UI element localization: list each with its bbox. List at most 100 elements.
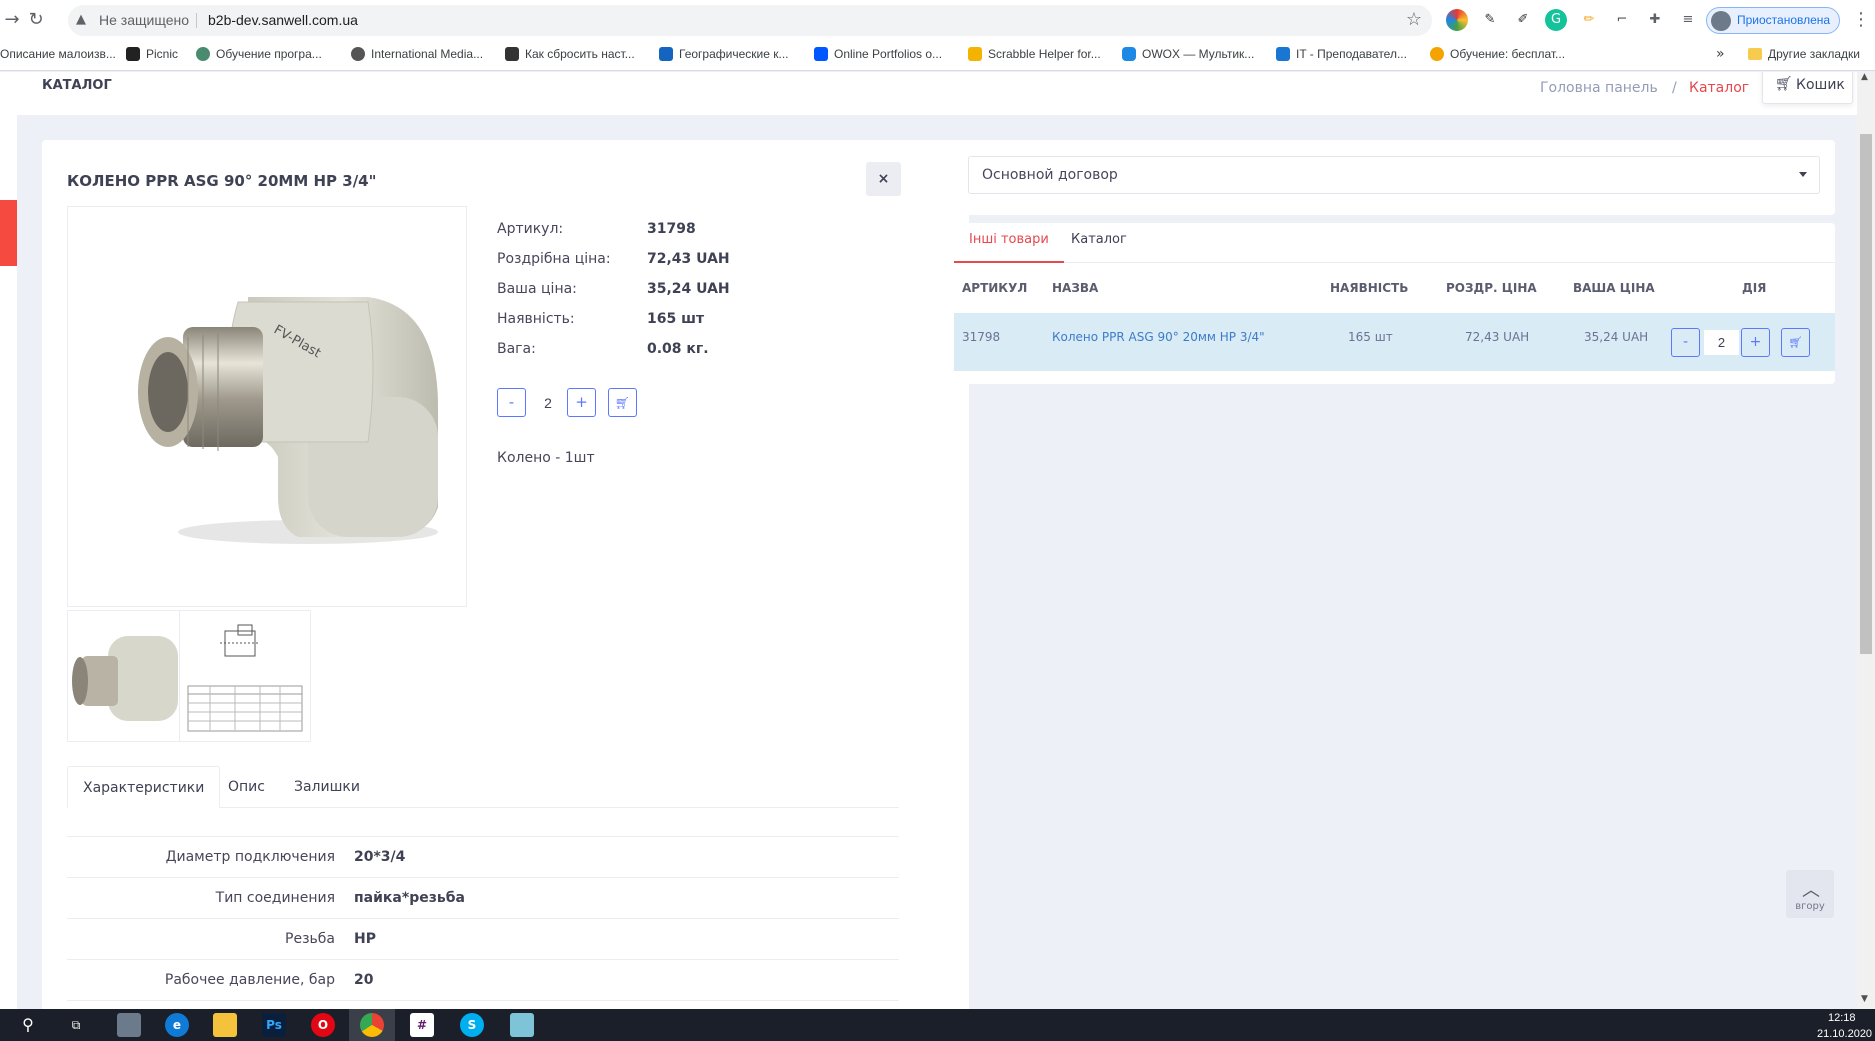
bookmark-label: Как сбросить наст... — [525, 47, 635, 61]
row-add-to-cart-button[interactable]: 🛒︎ — [1781, 328, 1810, 357]
column-header-retail-price[interactable]: РОЗДР. ЦІНА — [1446, 281, 1537, 295]
contract-select[interactable]: Основной договор — [968, 156, 1820, 194]
column-header-your-price[interactable]: ВАША ЦІНА — [1573, 281, 1655, 295]
table-row: Тип соединения пайка*резьба — [67, 877, 899, 918]
bookmark-item[interactable]: International Media... — [351, 47, 483, 65]
bookmark-item[interactable]: Обучение: бесплат... — [1430, 47, 1565, 65]
qty-decrease-button[interactable]: - — [497, 388, 526, 417]
cell-your-price: 35,24 UAH — [1584, 330, 1649, 344]
map-icon — [659, 47, 673, 61]
photoshop-icon[interactable]: Ps — [262, 1013, 286, 1037]
char-value: 20 — [354, 972, 374, 988]
product-card: КОЛЕНО PPR ASG 90° 20ММ НР 3/4" × FV-Pla… — [42, 140, 969, 1009]
bookmark-item[interactable]: Online Portfolios o... — [814, 47, 942, 65]
media-queue-icon[interactable]: ≡ — [1677, 9, 1699, 31]
grammarly-extension-icon[interactable]: G — [1545, 9, 1567, 31]
close-button[interactable]: × — [866, 162, 901, 196]
cart-label: Кошик — [1796, 77, 1845, 93]
bookmark-item[interactable]: Как сбросить наст... — [505, 47, 635, 65]
row-qty-decrease-button[interactable]: - — [1671, 328, 1700, 357]
clock-time[interactable]: 12:18 — [1828, 1012, 1856, 1024]
tab-other-products[interactable]: Інші товари — [954, 223, 1064, 263]
attr-value: 0.08 кг. — [647, 341, 709, 357]
edge-icon[interactable]: e — [165, 1013, 189, 1037]
bookmark-item[interactable]: Описание малоизв... — [0, 47, 116, 65]
char-key: Тип соединения — [215, 890, 335, 906]
scroll-up-arrow-icon[interactable]: ▲ — [1861, 72, 1868, 82]
opera-icon[interactable]: O — [311, 1013, 335, 1037]
tab-characteristics[interactable]: Характеристики — [67, 766, 221, 808]
breadcrumb-current[interactable]: Каталог — [1689, 80, 1749, 96]
tab-description[interactable]: Опис — [213, 766, 280, 808]
column-header-name[interactable]: НАЗВА — [1052, 281, 1098, 295]
app-icon[interactable] — [117, 1013, 141, 1037]
add-to-cart-button[interactable]: 🛒︎ — [608, 388, 637, 417]
char-key: Диаметр подключения — [165, 849, 335, 865]
bookmark-label: International Media... — [371, 47, 484, 61]
bookmark-item[interactable]: IT - Преподавател... — [1276, 47, 1407, 65]
notes-app-icon[interactable] — [510, 1013, 534, 1037]
bookmark-item[interactable]: Picnic — [126, 47, 178, 65]
bookmark-label: Обучение: бесплат... — [1450, 47, 1566, 61]
device-icon — [505, 47, 519, 61]
other-bookmarks[interactable]: Другие закладки — [1748, 47, 1860, 65]
eyedropper-extension-icon[interactable]: ✐ — [1512, 9, 1534, 31]
measure-extension-icon[interactable]: ⌐ — [1611, 9, 1633, 31]
slack-icon[interactable]: # — [410, 1013, 434, 1037]
bookmark-item[interactable]: Обучение програ... — [196, 47, 322, 65]
row-qty-increase-button[interactable]: + — [1741, 328, 1770, 357]
clock-date[interactable]: 21.10.2020 — [1817, 1028, 1872, 1040]
chrome-icon[interactable] — [360, 1013, 384, 1037]
skype-icon[interactable]: S — [460, 1013, 484, 1037]
puzzle-extensions-icon[interactable]: ✚ — [1644, 9, 1666, 31]
extensions-area: ✎ ✐ G ✏ ⌐ ✚ ≡ — [1446, 9, 1699, 31]
file-explorer-icon[interactable] — [213, 1013, 237, 1037]
page-scrollbar[interactable]: ▲ ▼ — [1857, 72, 1875, 1009]
qty-input[interactable] — [531, 388, 565, 417]
address-bar[interactable]: ▲ Не защищено b2b-dev.sanwell.com.ua ☆ — [68, 5, 1432, 36]
contract-card: Основной договор — [954, 140, 1835, 215]
cart-button[interactable]: 🛒︎ Кошик — [1762, 72, 1853, 104]
tab-stock[interactable]: Залишки — [279, 766, 375, 808]
tab-catalog[interactable]: Каталог — [1056, 223, 1142, 263]
scrollbar-thumb[interactable] — [1860, 134, 1872, 654]
char-key: Резьба — [285, 931, 335, 947]
bookmark-item[interactable]: OWOX — Мультик... — [1122, 47, 1254, 65]
qty-increase-button[interactable]: + — [567, 388, 596, 417]
highlighter-extension-icon[interactable]: ✏ — [1578, 9, 1600, 31]
scroll-to-top-button[interactable]: ︿ вгору — [1786, 870, 1834, 918]
search-icon[interactable]: ⚲ — [16, 1013, 40, 1037]
char-value: пайка*резьба — [354, 890, 465, 906]
bookmark-label: Описание малоизв... — [0, 47, 116, 61]
char-key: Рабочее давление, бар — [164, 972, 335, 988]
url-text[interactable]: b2b-dev.sanwell.com.ua — [208, 12, 358, 28]
row-qty-input[interactable] — [1704, 330, 1739, 355]
color-picker-extension-icon[interactable] — [1446, 9, 1468, 31]
bookmark-item[interactable]: Географические к... — [659, 47, 788, 65]
reload-icon[interactable]: ↻ — [24, 8, 48, 32]
browser-menu-icon[interactable]: ⋮ — [1852, 8, 1870, 32]
column-header-stock[interactable]: НАЯВНІСТЬ — [1330, 281, 1408, 295]
elbow-fitting-image: FV-Plast — [138, 297, 438, 544]
task-view-icon[interactable]: ⧉ — [64, 1013, 88, 1037]
profile-button[interactable]: Приостановлена — [1706, 7, 1840, 34]
security-label[interactable]: Не защищено — [99, 12, 189, 28]
table-row[interactable]: 31798 Колено PPR ASG 90° 20мм НР 3/4" 16… — [954, 313, 1835, 371]
avatar — [1711, 11, 1731, 31]
cart-icon: 🛒︎ — [1775, 76, 1793, 92]
forward-icon[interactable]: → — [0, 8, 24, 32]
bookmark-star-icon[interactable]: ☆ — [1406, 10, 1422, 30]
breadcrumb-home[interactable]: Головна панель — [1540, 80, 1658, 96]
attr-label: Артикул: — [497, 221, 564, 237]
page-title: КАТАЛОГ — [42, 78, 112, 93]
bookmark-item[interactable]: Scrabble Helper for... — [968, 47, 1101, 65]
product-thumbnail-drawing[interactable] — [179, 610, 311, 742]
pen-extension-icon[interactable]: ✎ — [1479, 9, 1501, 31]
product-main-image[interactable]: FV-Plast — [67, 206, 467, 607]
cell-name-link[interactable]: Колено PPR ASG 90° 20мм НР 3/4" — [1052, 330, 1265, 344]
side-menu-toggle[interactable] — [0, 200, 17, 266]
chevron-down-icon — [1799, 172, 1807, 177]
bookmarks-overflow-icon[interactable]: » — [1716, 46, 1725, 62]
column-header-sku[interactable]: АРТИКУЛ — [962, 281, 1027, 295]
scroll-down-arrow-icon[interactable]: ▼ — [1861, 994, 1868, 1004]
